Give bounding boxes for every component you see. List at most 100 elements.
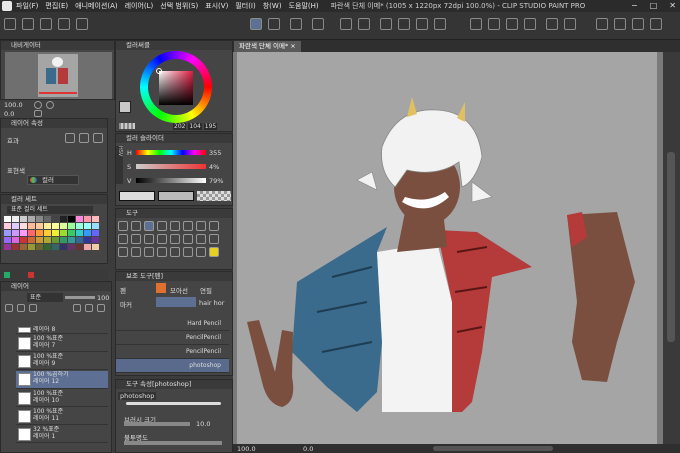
delete-layer-icon[interactable] [97, 304, 105, 312]
color-swatch[interactable] [92, 223, 99, 229]
open-file-icon[interactable] [22, 18, 34, 30]
saturation-value-square[interactable] [159, 71, 193, 105]
color-swatch[interactable] [52, 237, 59, 243]
navigator-zoom[interactable]: 100.0 [4, 101, 23, 109]
flip-icon[interactable] [632, 18, 644, 30]
color-swatch[interactable] [68, 216, 75, 222]
main-color-swatch[interactable] [119, 101, 131, 113]
figure-tool-icon[interactable] [196, 234, 206, 244]
color-picker-handle[interactable] [156, 68, 162, 74]
transparent-color-icon[interactable] [119, 123, 135, 129]
color-swatch[interactable] [92, 230, 99, 236]
layer-item[interactable]: 👁100 %표준레이어 10 [16, 390, 108, 407]
sub-tool-tab-marker-2[interactable]: 마커 [120, 299, 132, 309]
color-set-select[interactable]: 표준 컬러 세트 [7, 206, 93, 214]
brush-tool-icon[interactable] [209, 221, 219, 231]
sub-tool-tab-pen[interactable]: 펜 [120, 285, 126, 295]
color-swatch[interactable] [92, 244, 99, 250]
color-swatch[interactable] [44, 237, 51, 243]
undo-history-icon[interactable] [340, 18, 352, 30]
show-ruler-icon[interactable] [524, 18, 536, 30]
color-swatch[interactable] [60, 244, 67, 250]
color-swatch[interactable] [4, 230, 11, 236]
color-swatch[interactable] [44, 223, 51, 229]
layer-item[interactable]: 👁100 %표준레이어 9 [16, 353, 108, 370]
menu-animation[interactable]: 애니메이션(A) [75, 1, 117, 11]
zoom-in-icon[interactable] [34, 101, 42, 109]
decoration-tool-icon[interactable] [131, 234, 141, 244]
text-tool-icon[interactable] [131, 247, 141, 257]
brush-item[interactable]: PencilPencil [116, 331, 229, 345]
rotate-tool-icon[interactable] [196, 247, 206, 257]
ruler-tool-icon[interactable] [118, 247, 128, 257]
correction-tool-icon[interactable] [157, 247, 167, 257]
color-swatch[interactable] [20, 223, 27, 229]
status-zoom[interactable]: 100.0 [237, 445, 256, 453]
color-swatch[interactable] [20, 216, 27, 222]
snap-ruler-icon[interactable] [470, 18, 482, 30]
grid-icon[interactable] [268, 18, 280, 30]
layer-item[interactable]: 👁100 %표준레이어 11 [16, 408, 108, 425]
menu-file[interactable]: 파일(F) [16, 1, 38, 11]
color-swatch[interactable] [36, 244, 43, 250]
color-swatch[interactable] [92, 237, 99, 243]
balloon-tool-icon[interactable] [144, 247, 154, 257]
color-swatch[interactable] [76, 230, 83, 236]
new-file-icon[interactable] [4, 18, 16, 30]
hue-slider[interactable] [136, 150, 206, 155]
rotate-right-icon[interactable] [614, 18, 626, 30]
color-swatch[interactable] [44, 216, 51, 222]
brush-item[interactable]: Hard Pencil [116, 317, 229, 331]
opacity-slider[interactable] [65, 296, 95, 299]
vertical-scroll-thumb[interactable] [667, 152, 675, 342]
color-swatch[interactable] [36, 237, 43, 243]
color-swatch[interactable] [68, 244, 75, 250]
eyedropper-tool-icon[interactable] [170, 221, 180, 231]
blend-mode-select[interactable]: 표준 [27, 293, 63, 302]
saturation-slider[interactable] [136, 164, 206, 169]
zoom-out-icon[interactable] [46, 101, 54, 109]
transparent-box[interactable] [197, 191, 231, 201]
show-grid-icon[interactable] [546, 18, 558, 30]
layer-item[interactable]: 👁32 %표준레이어 1 [16, 426, 108, 443]
color-swatch[interactable] [20, 244, 27, 250]
deselect-icon[interactable] [434, 18, 446, 30]
color-swatch[interactable] [84, 223, 91, 229]
navigator-angle[interactable]: 0.0 [4, 110, 14, 118]
redo-icon[interactable] [76, 18, 88, 30]
color-swatch[interactable] [52, 216, 59, 222]
pencil-tool-icon[interactable] [196, 221, 206, 231]
color-swatch[interactable] [76, 237, 83, 243]
clear-icon[interactable] [380, 18, 392, 30]
object-tool-icon[interactable] [170, 247, 180, 257]
ruler-icon[interactable] [312, 18, 324, 30]
sub-tool-extra[interactable]: hair hor [199, 299, 224, 307]
clip-icon[interactable] [17, 304, 25, 312]
maximize-button[interactable]: □ [650, 1, 658, 10]
color-swatch[interactable] [60, 216, 67, 222]
color-swatch[interactable] [68, 223, 75, 229]
color-swatch[interactable] [84, 237, 91, 243]
blend-tool-icon[interactable] [157, 234, 167, 244]
redo-history-icon[interactable] [358, 18, 370, 30]
color-swatch[interactable] [20, 230, 27, 236]
color-swatch[interactable] [76, 216, 83, 222]
tone-icon[interactable] [93, 133, 103, 143]
color-swatch[interactable] [4, 216, 11, 222]
color-swatch[interactable] [76, 223, 83, 229]
color-swatch[interactable] [52, 223, 59, 229]
color-swatch[interactable] [84, 230, 91, 236]
undo-icon[interactable] [58, 18, 70, 30]
color-swatch[interactable] [12, 244, 19, 250]
brush-item-selected[interactable]: photoshop [116, 359, 229, 373]
color-swatch[interactable] [60, 237, 67, 243]
color-swatch[interactable] [36, 223, 43, 229]
color-swatch[interactable] [52, 244, 59, 250]
menu-help[interactable]: 도움말(H) [289, 1, 319, 11]
layer-item[interactable]: 👁100 %표준레이어 7 [16, 335, 108, 352]
brush-item[interactable]: PencilPencil [116, 345, 229, 359]
layer-color-icon[interactable] [79, 133, 89, 143]
border-effect-icon[interactable] [65, 133, 75, 143]
previous-color-box[interactable] [158, 191, 194, 201]
color-swatch[interactable] [20, 237, 27, 243]
